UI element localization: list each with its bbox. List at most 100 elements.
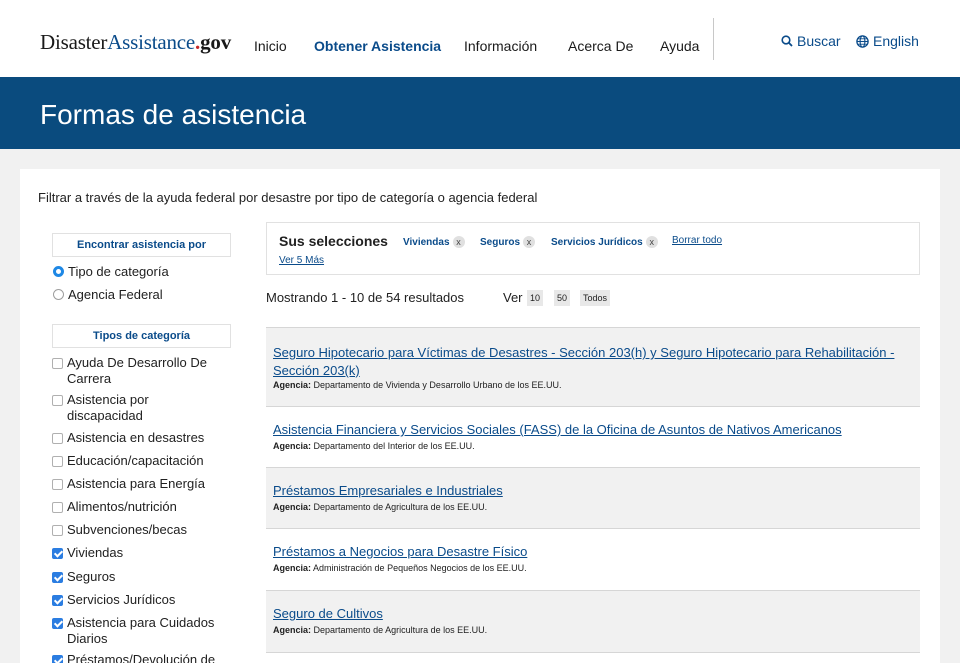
agency-name: Departamento de Agricultura de los EE.UU… [313,502,488,512]
selections-panel: Sus selecciones Viviendas x Seguros x Serv… [266,222,920,275]
result-row-divider [266,652,920,663]
result-title-link[interactable]: Préstamos Empresariales e Industriales [273,482,913,500]
checkbox-checked-icon [52,618,63,629]
category-label: Viviendas [67,545,124,560]
category-label: Asistencia para Energía [67,476,206,491]
checkbox-icon [52,395,63,406]
category-checkbox[interactable]: Subvenciones/becas [52,522,217,538]
result-agency: Agencia: Departamento de Agricultura de … [273,502,487,512]
nav-item-informacion[interactable]: Información [464,38,568,54]
agency-name: Administración de Pequeños Negocios de l… [313,563,527,573]
agency-name: Departamento de Agricultura de los EE.UU… [313,625,488,635]
result-agency: Agencia: Departamento del Interior de lo… [273,441,475,451]
category-checkbox[interactable]: Alimentos/nutrición [52,499,217,515]
checkbox-checked-icon [52,595,63,606]
remove-icon[interactable]: x [452,236,465,248]
checkbox-checked-icon [52,572,63,583]
search-button[interactable]: Buscar [781,33,841,49]
category-checkbox[interactable]: Asistencia en desastres [52,430,217,446]
search-icon [781,35,793,47]
checkbox-icon [52,433,63,444]
result-agency: Agencia: Departamento de Vivienda y Desa… [273,380,562,390]
chip-label: Viviendas [403,236,450,248]
agency-label: Agencia: [273,563,312,573]
result-agency: Agencia: Administración de Pequeños Nego… [273,563,527,573]
checkbox-checked-icon [52,548,63,559]
selection-chip-viviendas[interactable]: Viviendas x [403,236,465,248]
agency-label: Agencia: [273,502,312,512]
category-label: Alimentos/nutrición [67,499,177,514]
checkbox-icon [52,502,63,513]
radio-label: Agencia Federal [68,287,163,302]
category-checkbox[interactable]: Asistencia para Cuidados Diarios [52,615,217,647]
nav-item-inicio[interactable]: Inicio [254,38,314,54]
nav-divider [713,18,714,60]
view-all-button[interactable]: Todos [580,290,611,306]
result-row: Préstamos Empresariales e Industriales A… [266,467,920,528]
language-toggle[interactable]: English [856,33,919,49]
checkbox-checked-icon [52,655,63,663]
result-title-link[interactable]: Seguro de Cultivos [273,605,913,623]
category-checkbox[interactable]: Servicios Jurídicos [52,592,217,608]
page-banner: Formas de asistencia [0,77,960,149]
result-row: Seguro Hipotecario para Víctimas de Desa… [266,327,920,406]
radio-label: Tipo de categoría [68,264,169,279]
find-by-heading: Encontrar asistencia por [52,233,231,257]
checkbox-icon [52,456,63,467]
logo-part-assistance: Assistance [107,30,196,54]
result-row: Préstamos a Negocios para Desastre Físic… [266,528,920,590]
checkbox-icon [52,479,63,490]
clear-all-link[interactable]: Borrar todo [672,235,722,246]
agency-label: Agencia: [273,625,312,635]
category-checkbox[interactable]: Asistencia para Energía [52,476,217,492]
results-count: Mostrando 1 - 10 de 54 resultados [266,290,465,305]
result-agency: Agencia: Departamento de Agricultura de … [273,625,487,635]
category-checkbox[interactable]: Ayuda De Desarrollo De Carrera [52,355,217,387]
agency-name: Departamento del Interior de los EE.UU. [313,441,475,451]
category-checkbox[interactable]: Préstamos/Devolución de [52,652,217,663]
category-label: Ayuda De Desarrollo De Carrera [67,355,207,386]
category-label: Subvenciones/becas [67,522,187,537]
category-label: Seguros [67,569,116,584]
category-checkbox[interactable]: Educación/capacitación [52,453,217,469]
remove-icon[interactable]: x [523,236,536,248]
category-label: Servicios Jurídicos [67,592,176,607]
selection-chip-seguros[interactable]: Seguros x [480,236,536,248]
checkbox-icon [52,358,63,369]
category-checkbox[interactable]: Viviendas [52,545,217,561]
main-content: Filtrar a través de la ayuda federal por… [20,169,940,663]
result-row: Seguro de Cultivos Agencia: Departamento… [266,590,920,652]
categories-heading: Tipos de categoría [52,324,231,348]
site-header: DisasterAssistance.gov Inicio Obtener As… [0,0,960,77]
agency-name: Departamento de Vivienda y Desarrollo Ur… [313,380,562,390]
nav-item-acerca-de[interactable]: Acerca De [568,38,660,54]
result-title-link[interactable]: Préstamos a Negocios para Desastre Físic… [273,543,913,561]
logo-part-disaster: Disaster [40,30,108,54]
category-label: Asistencia para Cuidados Diarios [67,615,215,646]
agency-label: Agencia: [273,441,312,451]
logo-part-gov: gov [200,30,232,54]
nav-item-obtener-asistencia[interactable]: Obtener Asistencia [314,38,464,54]
selection-chip-servicios-juridicos[interactable]: Servicios Jurídicos x [551,236,658,248]
result-title-link[interactable]: Seguro Hipotecario para Víctimas de Desa… [273,344,913,380]
view-10-button[interactable]: 10 [527,290,544,306]
radio-federal-agency[interactable]: Agencia Federal [53,287,163,302]
category-label: Préstamos/Devolución de [67,652,216,663]
category-checkbox[interactable]: Asistencia por discapacidad [52,392,217,424]
radio-selected-icon [53,266,64,277]
see-more-link[interactable]: Ver 5 Más [279,255,324,266]
view-label: Ver [503,290,523,305]
search-label: Buscar [797,33,841,49]
radio-category-type[interactable]: Tipo de categoría [53,264,169,279]
agency-label: Agencia: [273,380,312,390]
globe-icon [856,34,869,48]
category-checkbox[interactable]: Seguros [52,569,217,585]
nav-item-ayuda[interactable]: Ayuda [660,38,720,54]
checkbox-icon [52,525,63,536]
result-title-link[interactable]: Asistencia Financiera y Servicios Social… [273,421,913,439]
site-logo[interactable]: DisasterAssistance.gov [40,30,231,55]
view-50-button[interactable]: 50 [554,290,571,306]
chip-label: Seguros [480,236,521,248]
result-row: Asistencia Financiera y Servicios Social… [266,406,920,467]
remove-icon[interactable]: x [645,236,658,248]
